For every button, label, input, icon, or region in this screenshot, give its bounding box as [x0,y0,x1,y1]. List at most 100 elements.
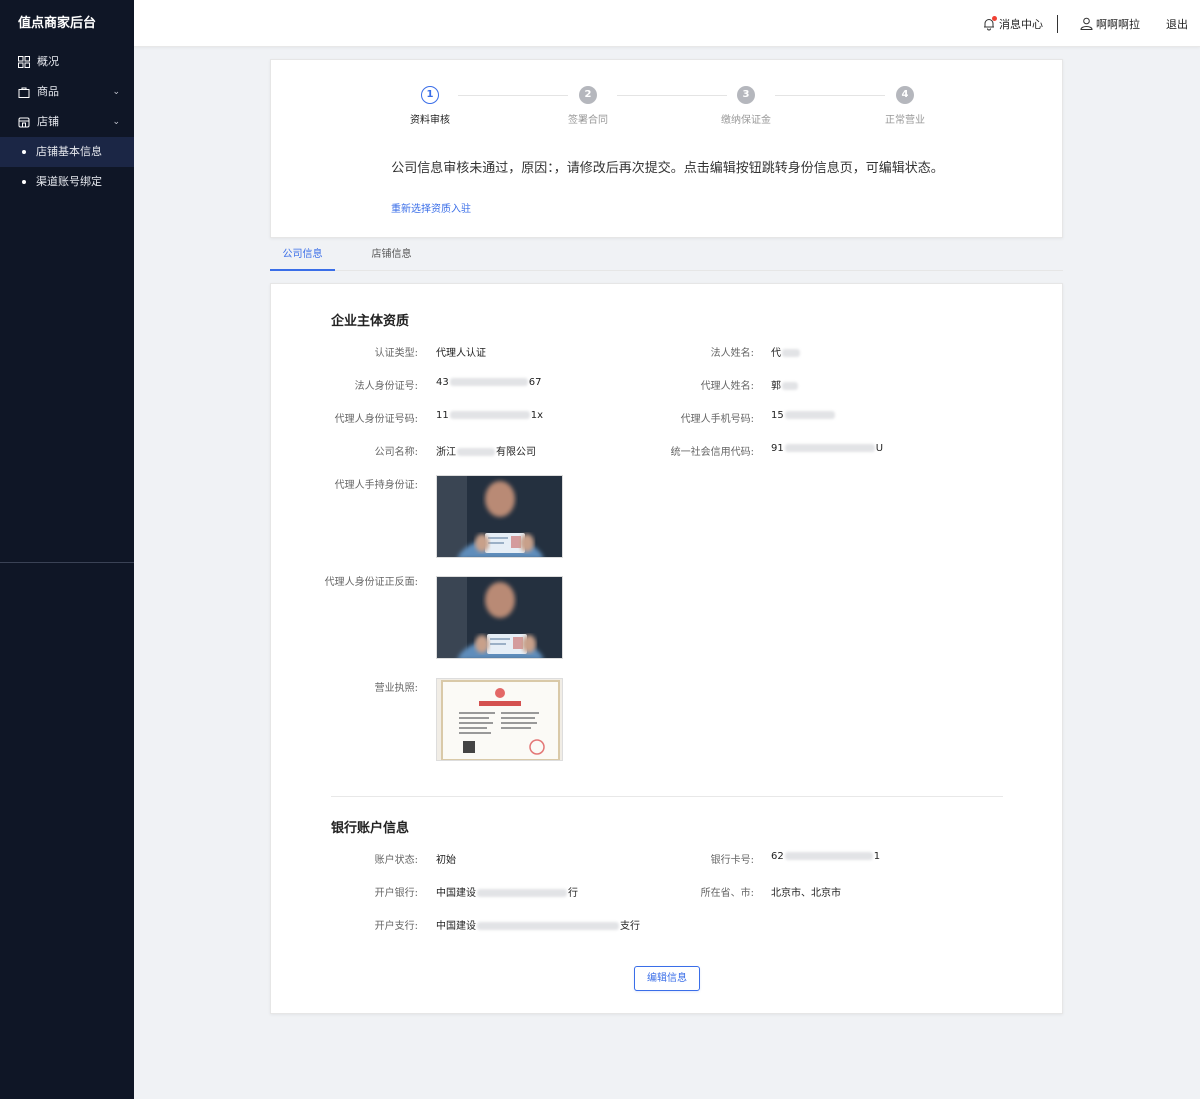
sidebar-subitem-label: 店铺基本信息 [36,145,102,158]
chevron-down-icon: ⌄ [112,87,120,97]
bank-name-value: 中国建设 行 [436,884,578,899]
user-menu[interactable]: 啊啊啊拉 [1080,16,1140,32]
sidebar-item-label: 店铺 [37,115,59,128]
credit-code-suffix: U [875,443,884,454]
step-number: 2 [579,86,597,104]
agent-id-label: 代理人身份证号码: [334,414,418,425]
credit-code-prefix: 91 [771,443,784,454]
bank-name-prefix: 中国建设 [436,888,476,899]
credit-code-label: 统一社会信用代码: [670,447,754,458]
account-status-value: 初始 [436,855,456,866]
agent-id-both-photo[interactable] [436,576,563,659]
redacted-mask [457,448,495,456]
top-header: 消息中心 啊啊啊拉 退出 [134,0,1200,47]
branch-value: 中国建设 支行 [436,917,640,932]
step-deposit: 3 缴纳保证金 [686,86,806,126]
agent-name-visible: 郭 [771,381,781,392]
logout-button[interactable]: 退出 [1166,16,1188,32]
business-license-label: 营业执照: [374,683,418,694]
bullet-dot [22,180,26,184]
business-license-photo[interactable] [436,678,563,761]
step-label: 签署合同 [568,115,608,126]
sidebar-subitem-label: 渠道账号绑定 [36,175,102,188]
section-title-company: 企业主体资质 [331,314,410,329]
agent-phone-prefix: 15 [771,410,784,421]
company-name-prefix: 浙江 [436,447,456,458]
steps: 1 资料审核 2 签署合同 3 缴纳保证金 4 正常营业 [271,86,1064,136]
section-title-bank: 银行账户信息 [331,821,410,836]
header-separator [1057,14,1058,33]
sidebar-item-label: 概况 [37,55,59,68]
message-center-label: 消息中心 [999,17,1043,31]
account-status-label: 账户状态: [374,855,418,866]
sidebar-divider [0,562,134,563]
legal-id-label: 法人身份证号: [354,381,418,392]
legal-id-value: 43 67 [436,377,541,388]
sidebar-item-channel-binding[interactable]: 渠道账号绑定 [0,167,134,197]
company-name-label: 公司名称: [374,447,418,458]
redacted-mask [782,349,800,357]
bullet-dot [22,150,26,154]
message-center-button[interactable]: 消息中心 [982,15,1043,32]
user-icon [1080,17,1093,30]
company-name-suffix: 有限公司 [496,447,536,458]
step-operating: 4 正常营业 [845,86,965,126]
agent-id-prefix: 11 [436,410,449,421]
sidebar-menu: 概况 商品 ⌄ 店铺 ⌄ 店铺基本信息 渠道账号绑定 [0,47,134,197]
branch-suffix: 支行 [620,921,640,932]
chevron-down-icon: ⌄ [112,117,120,127]
grid-icon [18,56,30,68]
company-detail-card: 企业主体资质 认证类型: 代理人认证 法人姓名: 代 法人身份证号: 43 67 … [270,283,1063,1014]
sidebar-item-store[interactable]: 店铺 ⌄ [0,107,134,137]
agent-holding-id-photo[interactable] [436,475,563,558]
agent-phone-value: 15 [771,410,836,421]
sidebar: 值点商家后台 概况 商品 ⌄ 店铺 ⌄ 店铺基本信息 渠道账号绑定 [0,0,134,1099]
agent-id-suffix: 1x [530,410,544,421]
step-number: 4 [896,86,914,104]
info-tabs: 公司信息 店铺信息 [270,240,1063,271]
bank-card-value: 62 1 [771,851,880,862]
legal-name-visible: 代 [771,348,781,359]
legal-id-suffix: 67 [528,377,542,388]
sidebar-item-store-basic-info[interactable]: 店铺基本信息 [0,137,134,167]
cert-type-value: 代理人认证 [436,348,486,359]
bell-icon [982,15,997,31]
region-value: 北京市、北京市 [771,888,841,899]
bag-icon [18,87,30,98]
step-review: 1 资料审核 [370,86,490,126]
bank-name-label: 开户银行: [374,888,418,899]
username: 啊啊啊拉 [1096,17,1140,31]
redacted-mask [477,889,567,897]
review-notice: 公司信息审核未通过，原因：，请修改后再次提交。点击编辑按钮跳转身份信息页，可编辑… [391,161,944,176]
agent-id-value: 11 1x [436,410,543,421]
sidebar-item-label: 商品 [37,85,59,98]
step-label: 正常营业 [885,115,925,126]
step-number: 1 [421,86,439,104]
branch-prefix: 中国建设 [436,921,476,932]
agent-holding-id-label: 代理人手持身份证: [334,480,418,491]
bank-card-label: 银行卡号: [710,855,754,866]
credit-code-value: 91 U [771,443,883,454]
bank-name-suffix: 行 [568,888,578,899]
agent-name-value: 郭 [771,377,799,392]
edit-info-button[interactable]: 编辑信息 [634,966,700,991]
bank-card-suffix: 1 [873,851,881,862]
agent-name-label: 代理人姓名: [700,381,754,392]
legal-id-prefix: 43 [436,377,449,388]
bank-card-prefix: 62 [771,851,784,862]
redacted-mask [449,378,528,386]
redacted-mask [784,852,873,860]
reselect-qualification-link[interactable]: 重新选择资质入驻 [391,200,471,215]
tab-store-info[interactable]: 店铺信息 [359,240,424,271]
tab-company-info[interactable]: 公司信息 [270,240,335,271]
redacted-mask [477,922,619,930]
store-icon [18,117,30,128]
legal-name-label: 法人姓名: [710,348,754,359]
brand-title: 值点商家后台 [18,16,97,31]
sidebar-item-goods[interactable]: 商品 ⌄ [0,77,134,107]
region-label: 所在省、市: [700,888,754,899]
branch-label: 开户支行: [374,921,418,932]
sidebar-item-overview[interactable]: 概况 [0,47,134,77]
notification-dot [992,15,997,21]
step-contract: 2 签署合同 [528,86,648,126]
